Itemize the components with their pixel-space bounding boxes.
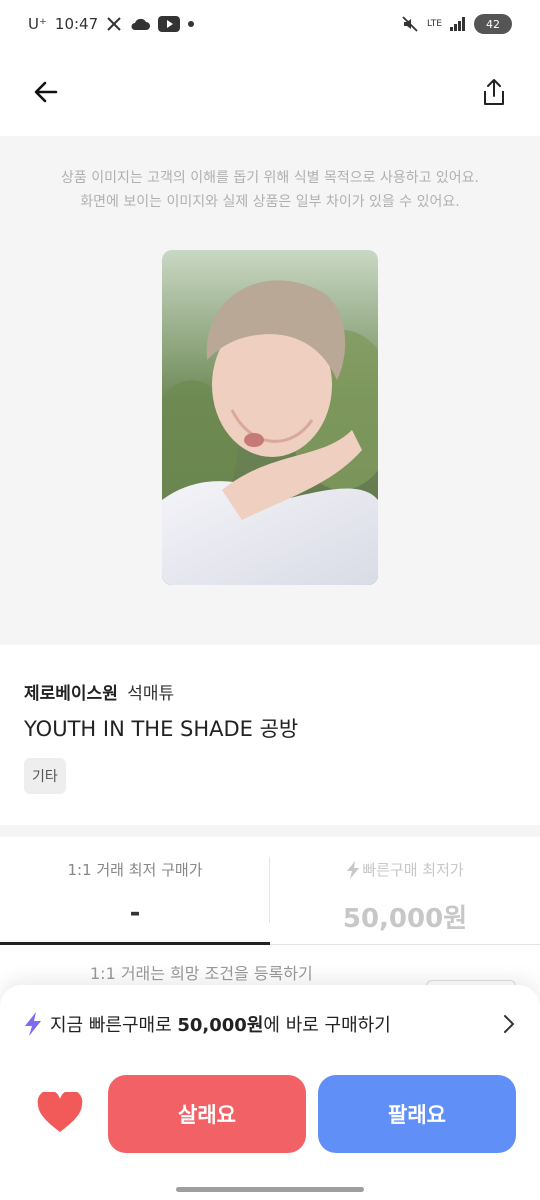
arrow-left-icon: [34, 81, 58, 103]
battery-icon: 42: [474, 14, 512, 34]
tab-value: 50,000원: [342, 904, 468, 934]
top-nav: [0, 48, 540, 136]
signal-icon: [450, 17, 466, 31]
image-notice: 상품 이미지는 고객의 이해를 돕기 위해 식별 목적으로 사용하고 있어요. …: [0, 166, 540, 214]
youtube-icon: [158, 16, 181, 32]
heart-icon: [37, 1092, 83, 1132]
back-button[interactable]: [24, 70, 68, 114]
product-image-section: 상품 이미지는 고객의 이해를 돕기 위해 식별 목적으로 사용하고 있어요. …: [0, 136, 540, 645]
tab-direct-lowest-price[interactable]: 1:1 거래 최저 구매가 -: [0, 837, 270, 945]
section-divider: [0, 825, 540, 837]
notice-line-2: 화면에 보이는 이미지와 실제 상품은 일부 차이가 있을 수 있어요.: [80, 194, 460, 210]
brand-row: 제로베이스원 석매튜: [24, 679, 174, 704]
tab-separator: [269, 857, 270, 923]
tab-value: -: [129, 898, 141, 928]
cloud-icon: [130, 17, 151, 31]
sell-button[interactable]: 팔래요: [318, 1075, 516, 1153]
product-detail-page: U⁺ 10:47 LTE 42 상품 이미지는 고객의 이해를 돕기 위해 식별…: [0, 0, 540, 1200]
notification-dot-icon: [188, 21, 195, 27]
quick-buy-banner[interactable]: 지금 빠른구매로 50,000원에 바로 구매하기: [0, 997, 540, 1051]
share-button[interactable]: [472, 70, 516, 114]
tab-label: 1:1 거래 최저 구매가: [67, 861, 203, 879]
price-tabs: 1:1 거래 최저 구매가 - 빠른구매 최저가 50,000원: [0, 837, 540, 945]
status-bar: U⁺ 10:47 LTE 42: [0, 0, 540, 48]
notice-line-1: 상품 이미지는 고객의 이해를 돕기 위해 식별 목적으로 사용하고 있어요.: [60, 170, 480, 186]
bottom-action-sheet: 지금 빠른구매로 50,000원에 바로 구매하기 살래요 팔래요: [0, 985, 540, 1200]
chevron-right-icon: [502, 1014, 516, 1034]
bolt-icon: [24, 1012, 42, 1036]
hidden-row-text: 1:1 거래는 희망 조건을 등록하기: [90, 964, 313, 983]
bolt-icon: [347, 860, 360, 879]
quick-buy-prefix: 지금 빠른구매로: [50, 1015, 178, 1036]
quick-buy-suffix: 에 바로 구매하기: [263, 1015, 391, 1036]
model-name: 석매튜: [127, 684, 175, 704]
like-button[interactable]: [36, 1089, 84, 1137]
photocard-image[interactable]: [162, 250, 378, 585]
network-type: LTE: [427, 18, 442, 29]
clock: 10:47: [54, 15, 99, 33]
x-app-icon: [106, 16, 122, 32]
product-info: 제로베이스원 석매튜 YOUTH IN THE SHADE 공방 기타: [0, 645, 540, 825]
carrier-label: U⁺: [28, 15, 47, 33]
category-tag: 기타: [24, 758, 66, 794]
home-indicator[interactable]: [176, 1187, 364, 1192]
tab-quick-lowest-price[interactable]: 빠른구매 최저가 50,000원: [270, 837, 540, 944]
action-buttons: 살래요 팔래요: [0, 1075, 540, 1153]
tab-label: 빠른구매 최저가: [362, 861, 464, 879]
share-icon: [484, 79, 504, 105]
product-title: YOUTH IN THE SHADE 공방: [24, 717, 299, 741]
brand-name[interactable]: 제로베이스원: [24, 684, 118, 704]
mute-icon: [401, 15, 419, 33]
quick-buy-price: 50,000원: [177, 1015, 264, 1036]
buy-button[interactable]: 살래요: [108, 1075, 306, 1153]
